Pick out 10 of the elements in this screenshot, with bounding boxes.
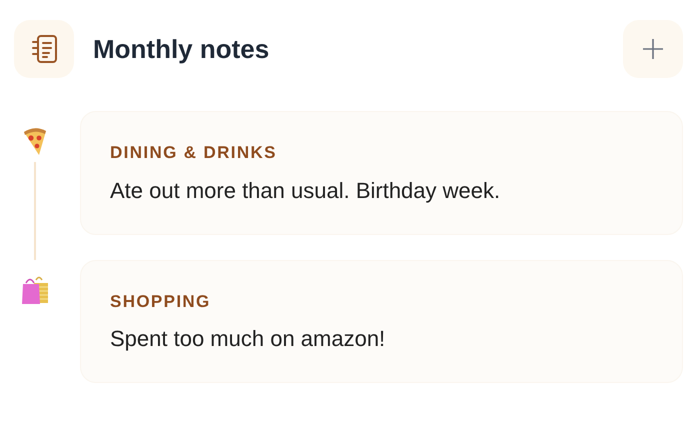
category-label: DINING & DRINKS [110,142,278,164]
shopping-bags-icon [20,274,50,304]
note-text: Spent too much on amazon! [110,325,386,353]
plus-icon [642,38,664,60]
add-button[interactable] [623,20,683,78]
pizza-icon [22,126,48,156]
category-label: SHOPPING [110,290,212,312]
page-title: Monthly notes [93,32,270,66]
notebook-icon [30,34,58,64]
note-text: Ate out more than usual. Birthday week. [110,176,502,205]
